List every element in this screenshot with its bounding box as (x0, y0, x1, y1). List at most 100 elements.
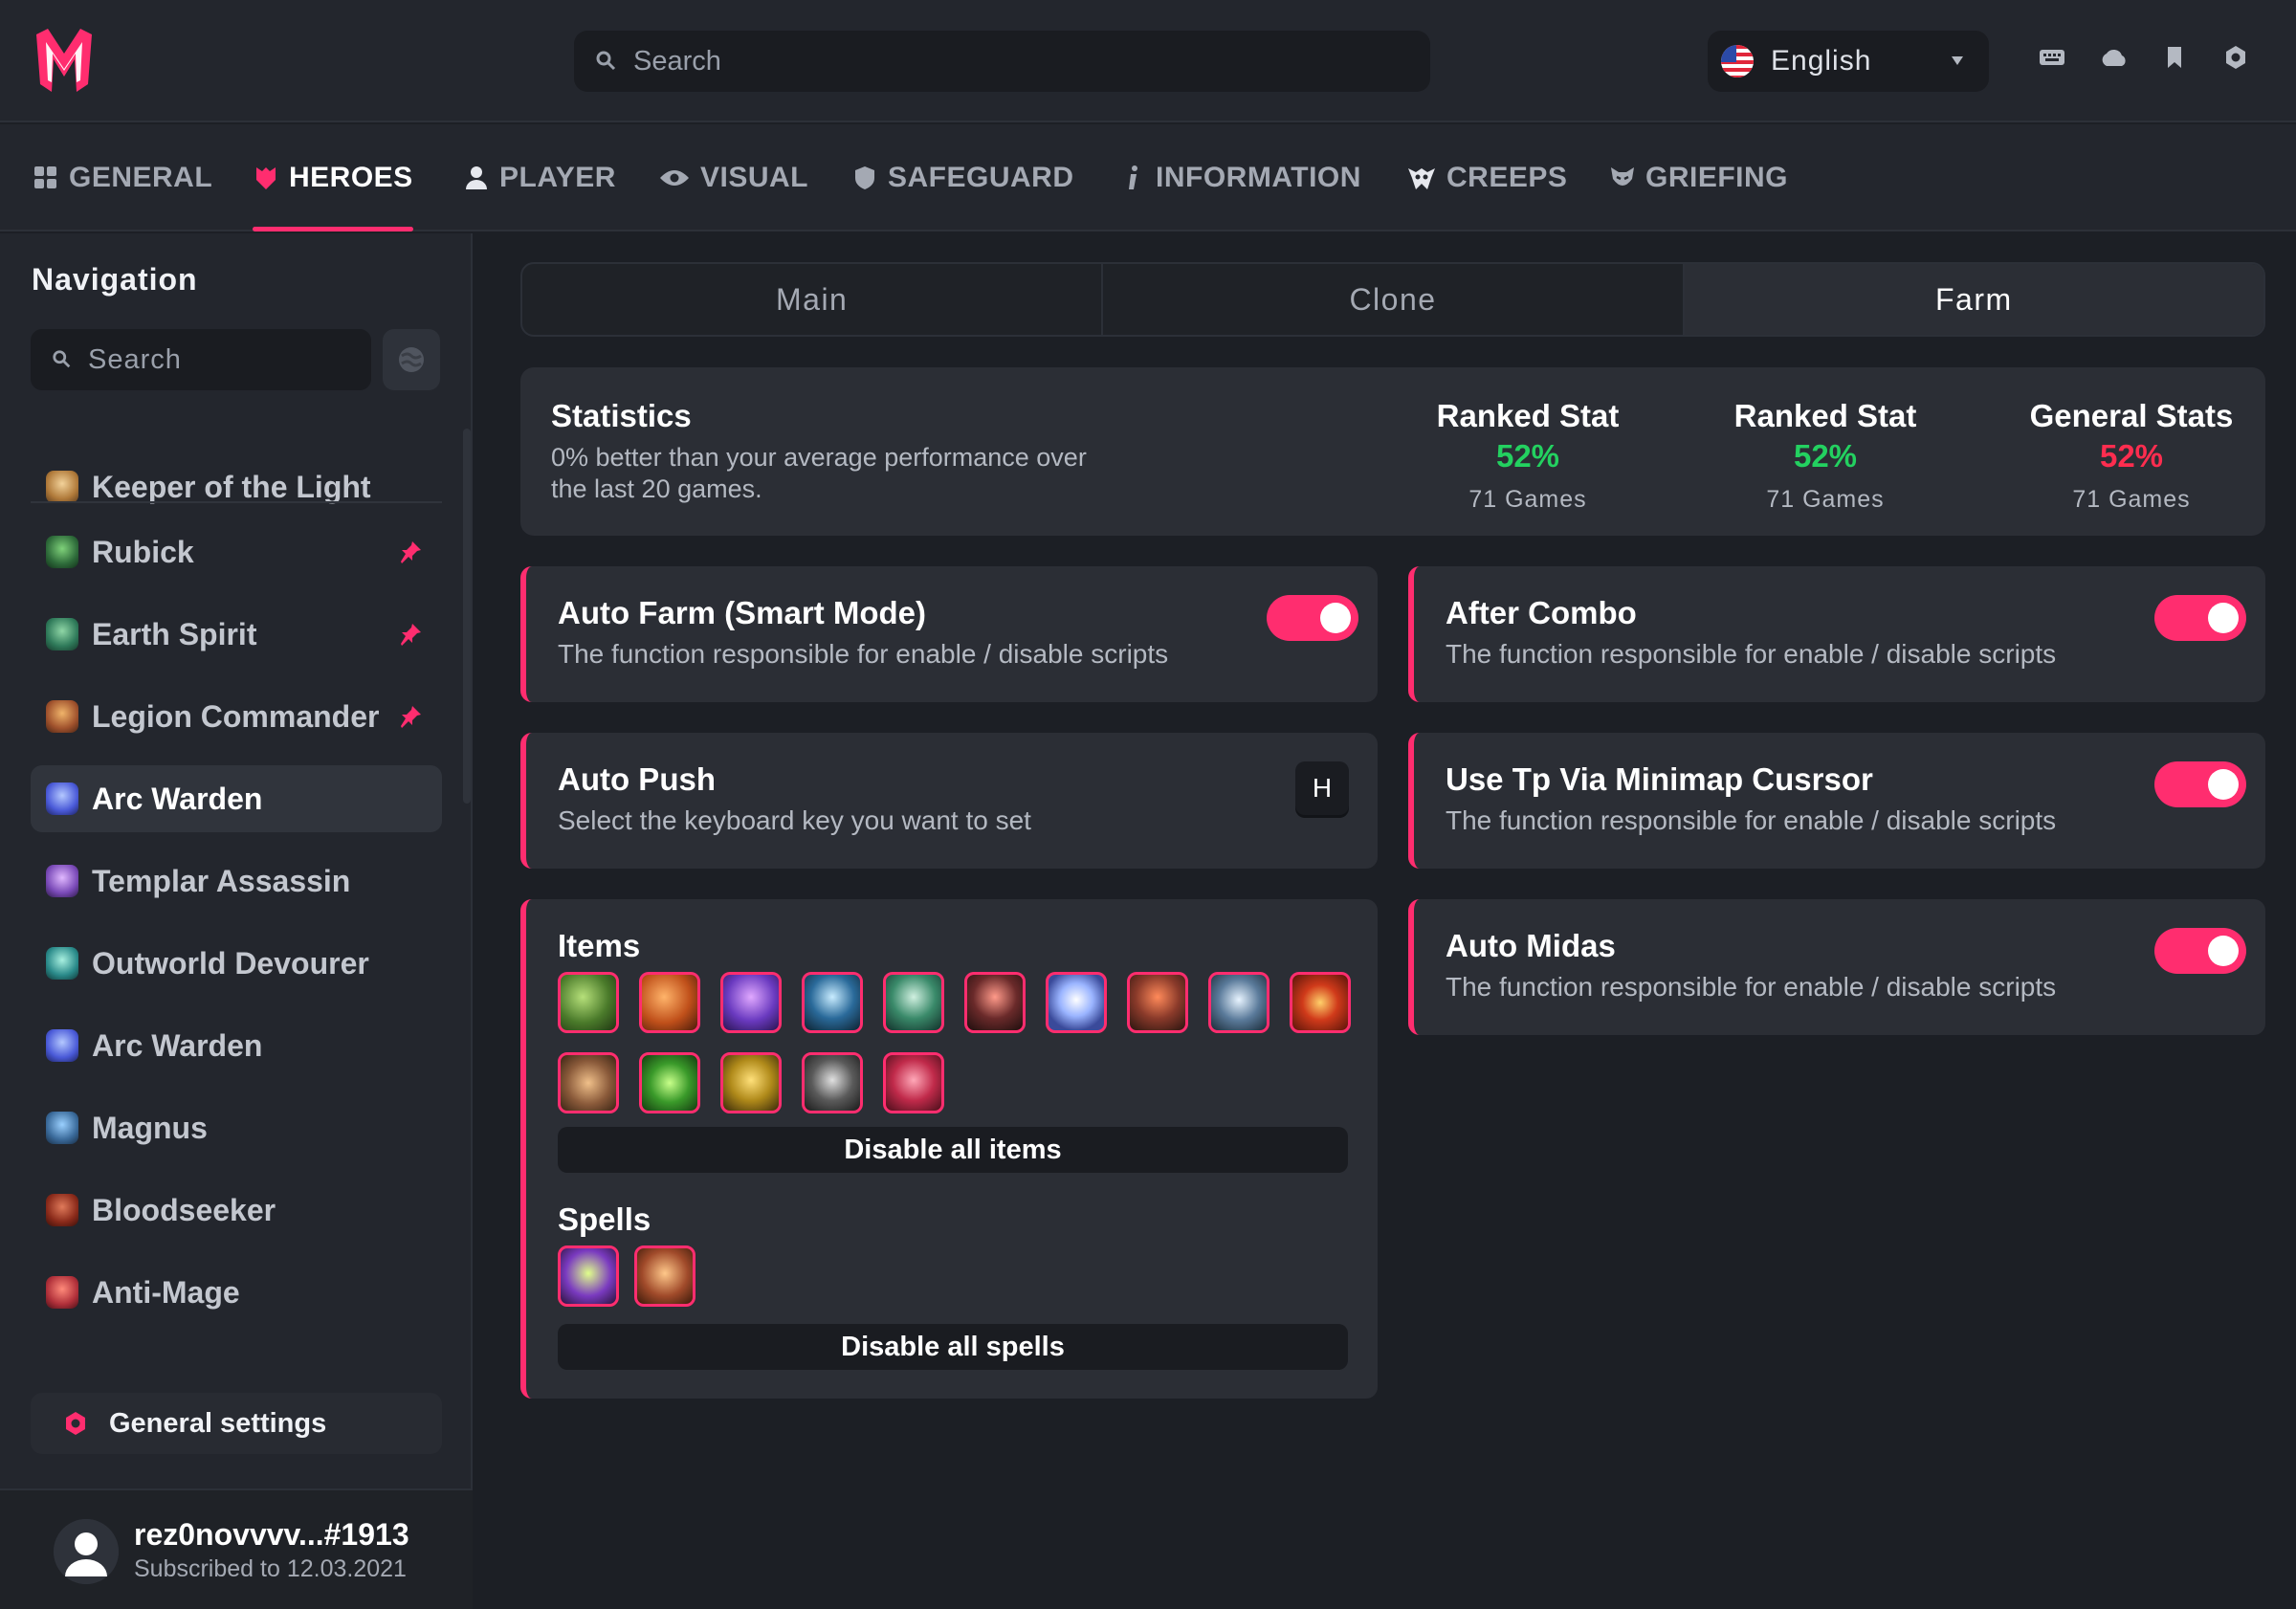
item-icon[interactable] (1046, 972, 1107, 1033)
hero-name: Arc Warden (92, 1027, 263, 1063)
item-grid (558, 972, 1352, 1113)
user-name: rez0novvvv...#1913 (134, 1517, 409, 1552)
hotkey-button[interactable]: H (1295, 761, 1349, 815)
item-icon[interactable] (720, 972, 782, 1033)
stat-ranked-1: Ranked Stat 52% 71 Games (1403, 398, 1652, 514)
auto-farm-toggle[interactable] (1267, 595, 1358, 641)
items-title: Items (558, 928, 641, 963)
keyboard-icon[interactable] (2038, 43, 2066, 72)
card-description: The function responsible for enable / di… (1446, 639, 2057, 669)
stat-label: Ranked Stat (1436, 398, 1620, 433)
stat-games: 71 Games (1468, 486, 1587, 513)
tab-griefing[interactable]: GRIEFING (1609, 124, 1788, 231)
hero-avatar (46, 1112, 78, 1144)
tab-information[interactable]: INFORMATION (1119, 124, 1361, 231)
top-bar: Search English (0, 0, 2296, 122)
sidebar: Navigation Search Keeper of the Light Ru… (0, 233, 473, 1609)
tab-information-label: INFORMATION (1156, 162, 1361, 193)
hero-item-legion-commander[interactable]: Legion Commander (31, 683, 442, 750)
item-icon[interactable] (883, 972, 944, 1033)
card-title: Use Tp Via Minimap Cusrsor (1446, 761, 1873, 797)
hero-name: Bloodseeker (92, 1192, 276, 1227)
search-icon (53, 350, 71, 368)
general-settings-button[interactable]: General settings (31, 1393, 442, 1454)
tab-general[interactable]: GENERAL (33, 124, 212, 231)
card-description: The function responsible for enable / di… (1446, 972, 2057, 1002)
item-icon[interactable] (558, 972, 619, 1033)
item-icon[interactable] (1127, 972, 1188, 1033)
card-description: Select the keyboard key you want to set (558, 805, 1031, 835)
spell-icon[interactable] (558, 1245, 619, 1307)
sidebar-scrollbar[interactable] (463, 429, 471, 804)
item-icon[interactable] (639, 972, 700, 1033)
sidebar-filter-button[interactable] (383, 329, 440, 390)
settings-icon (66, 1412, 85, 1435)
hero-avatar (46, 782, 78, 815)
pin-icon[interactable] (398, 704, 423, 729)
hero-avatar (46, 865, 78, 897)
item-icon[interactable] (1290, 972, 1351, 1033)
settings-icon[interactable] (2221, 43, 2250, 72)
creep-icon (1406, 165, 1437, 191)
item-icon[interactable] (802, 972, 863, 1033)
hero-name: Legion Commander (92, 698, 380, 734)
bookmark-icon[interactable] (2160, 43, 2189, 72)
item-icon[interactable] (964, 972, 1026, 1033)
sidebar-search-input[interactable]: Search (31, 329, 371, 390)
subtab-farm[interactable]: Farm (1684, 264, 2263, 335)
globe-icon (399, 347, 424, 372)
hero-avatar (46, 536, 78, 568)
stat-games: 71 Games (1766, 486, 1885, 513)
hero-avatar (46, 471, 78, 503)
subtab-main[interactable]: Main (522, 264, 1104, 335)
item-icon[interactable] (639, 1052, 700, 1113)
tab-creeps[interactable]: CREEPS (1406, 124, 1567, 231)
hero-item-outworld-devourer[interactable]: Outworld Devourer (31, 930, 442, 997)
hero-item-arc-warden[interactable]: Arc Warden (31, 1012, 442, 1079)
item-icon[interactable] (802, 1052, 863, 1113)
app-logo[interactable] (33, 27, 96, 94)
card-title: Auto Push (558, 761, 716, 797)
tab-player[interactable]: PLAYER (463, 124, 616, 231)
top-icons (2038, 43, 2250, 72)
use-tp-toggle[interactable] (2154, 761, 2246, 807)
after-combo-toggle[interactable] (2154, 595, 2246, 641)
hero-avatar (46, 1029, 78, 1062)
item-icon[interactable] (720, 1052, 782, 1113)
info-icon (1119, 165, 1146, 191)
hero-item-earth-spirit[interactable]: Earth Spirit (31, 601, 442, 668)
spell-grid (558, 1245, 695, 1307)
hero-item-arc-warden-selected[interactable]: Arc Warden (31, 765, 442, 832)
pin-icon[interactable] (398, 540, 423, 564)
item-icon[interactable] (1208, 972, 1269, 1033)
hero-name: Arc Warden (92, 781, 263, 816)
top-search-input[interactable]: Search (574, 31, 1430, 92)
hero-avatar (46, 1276, 78, 1309)
tab-heroes[interactable]: HEROES (253, 124, 413, 231)
stat-games: 71 Games (2072, 486, 2191, 513)
hero-item-bloodseeker[interactable]: Bloodseeker (31, 1177, 442, 1244)
user-profile[interactable]: rez0novvvv...#1913 Subscribed to 12.03.2… (0, 1488, 473, 1609)
person-icon (463, 165, 490, 191)
statistics-description: 0% better than your average performance … (551, 443, 1087, 503)
subtab-clone[interactable]: Clone (1103, 264, 1685, 335)
hero-item-templar-assassin[interactable]: Templar Assassin (31, 848, 442, 915)
item-icon[interactable] (558, 1052, 619, 1113)
item-icon[interactable] (883, 1052, 944, 1113)
tab-visual-label: VISUAL (700, 162, 809, 193)
hero-item-anti-mage[interactable]: Anti-Mage (31, 1259, 442, 1326)
hero-item-keeper-of-the-light[interactable]: Keeper of the Light (31, 453, 442, 520)
tab-safeguard[interactable]: SAFEGUARD (851, 124, 1074, 231)
disable-all-items-button[interactable]: Disable all items (558, 1127, 1348, 1173)
hero-item-rubick[interactable]: Rubick (31, 518, 442, 585)
disable-all-spells-button[interactable]: Disable all spells (558, 1324, 1348, 1370)
cloud-icon[interactable] (2099, 43, 2128, 72)
auto-midas-toggle[interactable] (2154, 928, 2246, 974)
tab-visual[interactable]: VISUAL (658, 124, 808, 231)
search-icon (596, 51, 616, 71)
language-select[interactable]: English (1708, 31, 1989, 92)
after-combo-card: After Combo The function responsible for… (1408, 566, 2265, 702)
spell-icon[interactable] (634, 1245, 695, 1307)
pin-icon[interactable] (398, 622, 423, 647)
hero-item-magnus[interactable]: Magnus (31, 1094, 442, 1161)
